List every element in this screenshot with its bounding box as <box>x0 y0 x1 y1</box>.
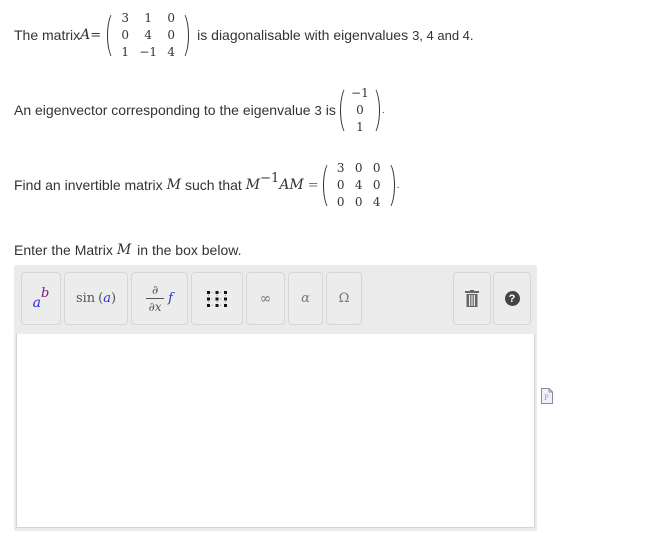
omega-icon: Ω <box>338 291 350 306</box>
left-paren <box>322 160 331 210</box>
greek-letters-button[interactable]: α <box>288 272 323 325</box>
left-paren <box>339 85 348 135</box>
instruction-suffix: in the box below. <box>137 242 242 258</box>
matrix-a-cell: 0 <box>121 27 129 42</box>
matrix-a-cell: 1 <box>121 44 129 59</box>
instruction: Enter the Matrix M in the box below. <box>14 241 241 259</box>
right-paren <box>181 10 190 60</box>
line2-suffix: . <box>381 104 385 116</box>
infinity-icon: ∞ <box>259 290 272 307</box>
equals-sign: = <box>307 177 319 193</box>
eigenvector-cell: 0 <box>356 102 364 117</box>
help-button[interactable]: ? <box>493 272 531 325</box>
derivative-numerator: ∂ <box>151 283 159 297</box>
editor-frame <box>14 333 537 531</box>
infinity-button[interactable]: ∞ <box>246 272 285 325</box>
line1-prefix: The matrix <box>14 27 81 43</box>
question-line-2: An eigenvector corresponding to the eige… <box>14 81 385 139</box>
diagonal-matrix-cell: 4 <box>354 177 363 192</box>
expr-am: AM <box>279 177 304 193</box>
function-arg: a <box>103 291 111 306</box>
eigenvector: −1 0 1 <box>339 85 380 135</box>
instruction-symbol-m: M <box>116 242 132 258</box>
matrix-symbol-m: M <box>166 177 181 193</box>
help-icon: ? <box>504 291 520 306</box>
derivative-fraction: ∂ ∂x <box>146 283 165 314</box>
line1-suffix: is diagonalisable with eigenvalues <box>197 27 409 43</box>
line2-is: is <box>325 102 336 118</box>
superscript-base: a <box>32 294 42 311</box>
eigenvector-cell: 1 <box>356 119 364 134</box>
question-line-1: The matrix A = 3 1 0 0 4 0 1 −1 4 is diagonalisa… <box>14 6 474 64</box>
right-paren <box>372 85 380 135</box>
diagonal-matrix-cell: 3 <box>336 160 345 175</box>
question-line-3: Find an invertible matrix M such that M … <box>14 156 399 214</box>
equals-sign: = <box>90 27 102 43</box>
diagonal-matrix-cell: 0 <box>354 160 363 175</box>
matrix-a-cell: 3 <box>121 10 129 25</box>
diagonal-matrix-grid: 300040004 <box>331 161 387 210</box>
instruction-prefix: Enter the Matrix <box>14 242 113 258</box>
matrix-symbol-a: A <box>80 27 91 43</box>
function-name: sin <box>75 291 96 306</box>
matrix-a-cell: 0 <box>167 27 175 42</box>
diagonal-matrix-cell: 0 <box>372 177 381 192</box>
matrix-a-cell: −1 <box>139 44 157 59</box>
diagonal-matrix: 300040004 <box>322 160 395 210</box>
matrix-a-cell: 1 <box>144 10 152 25</box>
expr-m: M <box>245 177 261 193</box>
matrix-a-cell: 4 <box>144 27 152 42</box>
clear-button[interactable] <box>453 272 491 325</box>
eigenvalues: 3, 4 and 4. <box>412 27 474 43</box>
derivative-denominator: ∂x <box>148 300 162 314</box>
diagonal-matrix-cell: 0 <box>336 194 345 209</box>
matrix-a-grid: 3 1 0 0 4 0 1 −1 4 <box>115 11 181 60</box>
svg-text:P: P <box>544 394 549 402</box>
trash-icon <box>465 289 479 307</box>
close-paren: ) <box>110 291 117 306</box>
document-icon[interactable]: P <box>541 388 553 404</box>
superscript-button[interactable]: a b <box>21 272 61 325</box>
diagonal-matrix-cell: 0 <box>336 177 345 192</box>
line3-prefix: Find an invertible matrix <box>14 177 163 193</box>
right-paren <box>387 160 395 210</box>
eigenvector-grid: −1 0 1 <box>348 86 372 135</box>
derivative-function: f <box>168 291 173 306</box>
function-button[interactable]: sin ( a ) <box>64 272 128 325</box>
matrix-a-cell: 4 <box>167 44 175 59</box>
line2-prefix: An eigenvector corresponding to the eige… <box>14 102 311 118</box>
line3-suffix: . <box>396 179 400 191</box>
line3-middle: such that <box>184 177 242 193</box>
left-paren <box>107 10 115 60</box>
expr-superscript: −1 <box>260 170 280 186</box>
symbols-button[interactable]: Ω <box>326 272 362 325</box>
diagonal-matrix-cell: 0 <box>354 194 363 209</box>
alpha-icon: α <box>301 291 310 306</box>
matrix-a: 3 1 0 0 4 0 1 −1 4 <box>107 10 190 60</box>
eigenvector-cell: −1 <box>351 85 369 100</box>
eigenvalue: 3 <box>314 102 322 118</box>
superscript-exponent: b <box>41 286 50 301</box>
matrix-grid-icon <box>207 290 227 307</box>
matrix-button[interactable] <box>191 272 243 325</box>
fraction-bar <box>146 298 165 299</box>
math-answer-input[interactable] <box>16 334 535 528</box>
diagonal-matrix-cell: 0 <box>372 160 381 175</box>
derivative-button[interactable]: ∂ ∂x f <box>131 272 188 325</box>
diagonal-matrix-cell: 4 <box>372 194 381 209</box>
math-toolbar: a b sin ( a ) ∂ ∂x f ∞ α Ω ? <box>14 265 537 333</box>
matrix-a-cell: 0 <box>167 10 175 25</box>
